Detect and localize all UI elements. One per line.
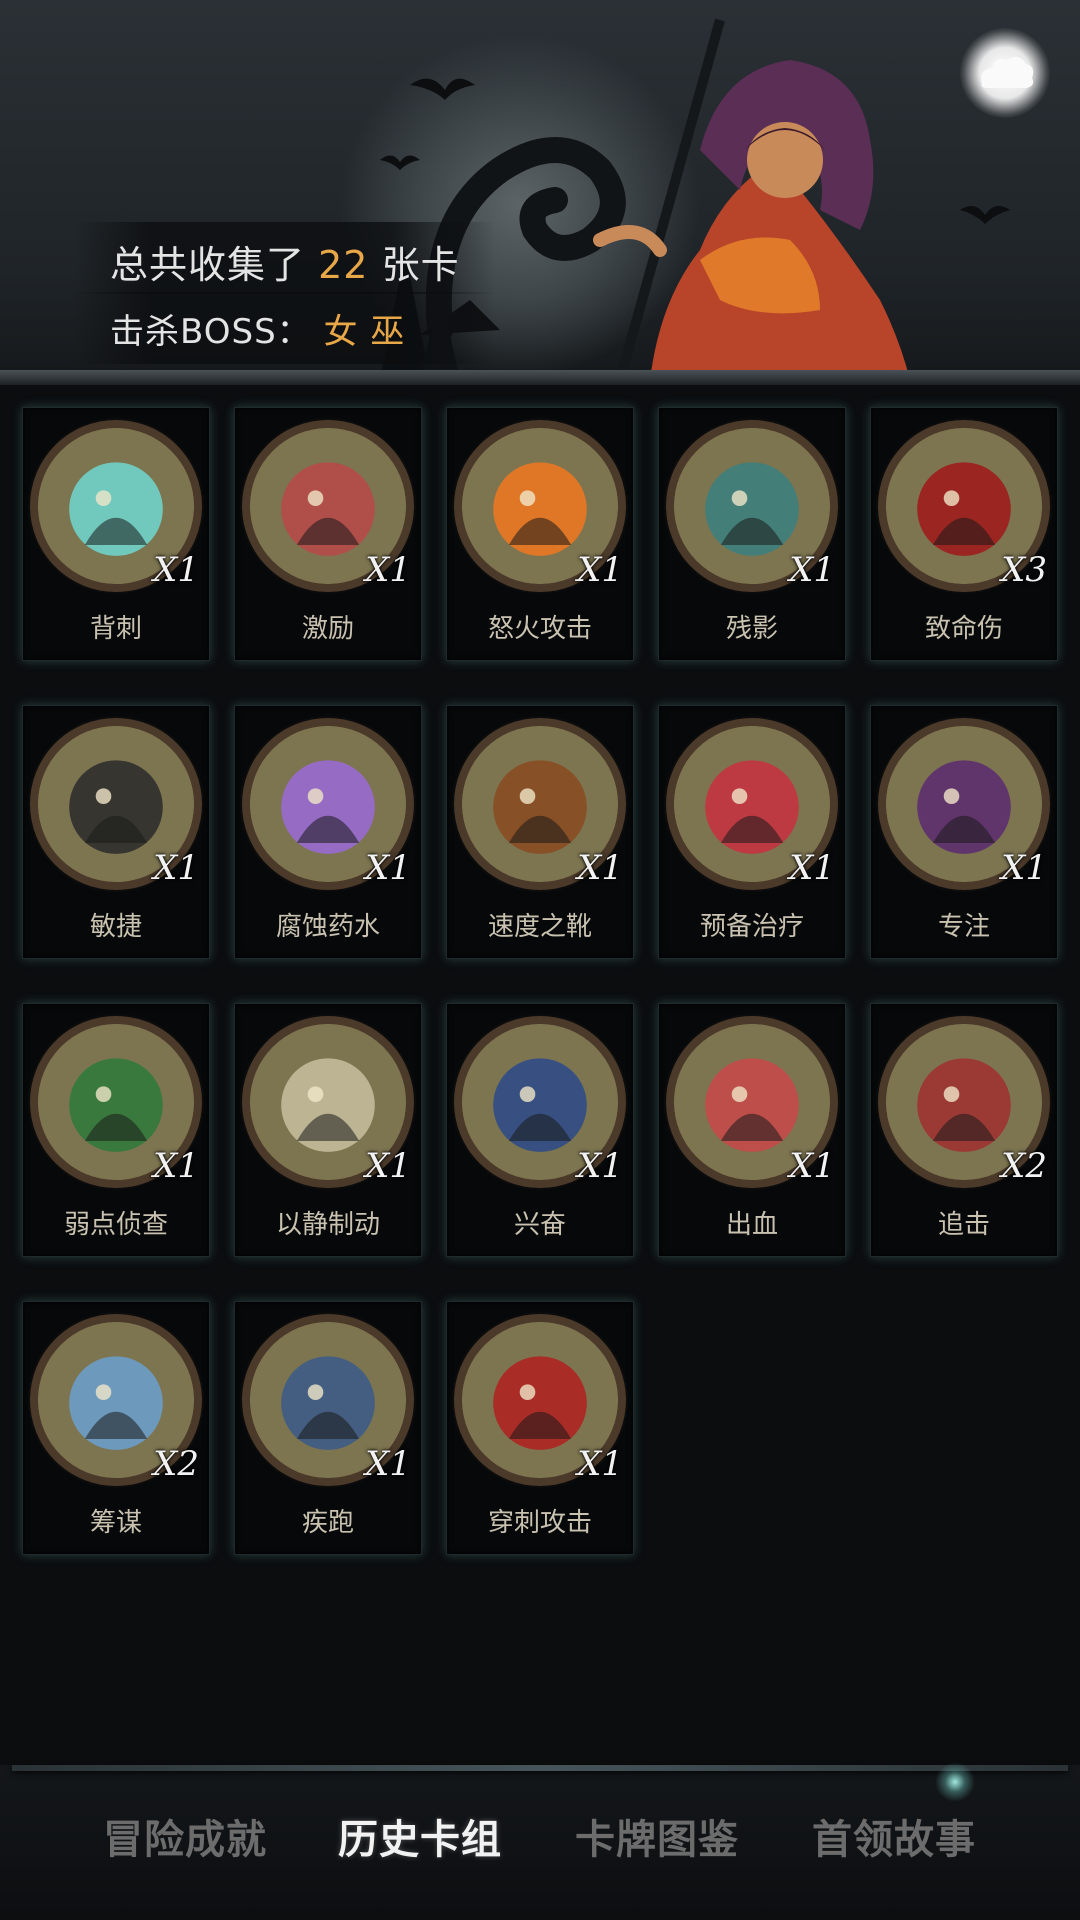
card-item[interactable]: X1 怒火攻击	[446, 407, 634, 661]
card-item[interactable]: X1 疾跑	[234, 1301, 422, 1555]
card-name: 敏捷	[89, 912, 142, 942]
card-name: 出血	[725, 1210, 778, 1240]
tab-boss-story[interactable]: 首领故事	[812, 1810, 976, 1870]
boss-summary: 击杀BOSS： 女 巫	[110, 304, 405, 353]
card-name: 怒火攻击	[487, 614, 592, 644]
card-name: 腐蚀药水	[275, 912, 380, 942]
card-item[interactable]: X1 兴奋	[446, 1003, 634, 1257]
card-count: X1	[153, 848, 199, 888]
card-name: 弱点侦查	[63, 1210, 168, 1240]
card-name: 背刺	[89, 614, 142, 644]
card-count: X1	[365, 1146, 411, 1186]
card-name: 以静制动	[275, 1210, 380, 1240]
card-name: 激励	[301, 614, 354, 644]
boss-name: 女 巫	[323, 312, 406, 352]
card-count: X1	[365, 550, 411, 590]
card-item[interactable]: X1 激励	[234, 407, 422, 661]
card-item[interactable]: X1 背刺	[22, 407, 210, 661]
card-count: X1	[789, 848, 835, 888]
card-count: X1	[365, 848, 411, 888]
card-item[interactable]: X1 穿刺攻击	[446, 1301, 634, 1555]
card-count: X1	[789, 1146, 835, 1186]
bottom-divider	[12, 1765, 1068, 1771]
card-name: 速度之靴	[487, 912, 592, 942]
collected-suffix: 张卡	[381, 243, 460, 287]
card-name: 专注	[937, 912, 990, 942]
card-item[interactable]: X1 敏捷	[22, 705, 210, 959]
card-item[interactable]: X2 追击	[870, 1003, 1058, 1257]
card-item[interactable]: X1 专注	[870, 705, 1058, 959]
card-count: X1	[577, 848, 623, 888]
card-count: X1	[365, 1444, 411, 1484]
card-count: X1	[1001, 848, 1047, 888]
header-banner: 总共收集了 22 张卡 击杀BOSS： 女 巫	[0, 0, 1080, 385]
tab-adventure-achievements[interactable]: 冒险成就	[103, 1810, 267, 1870]
card-item[interactable]: X1 残影	[658, 407, 846, 661]
tab-history-deck[interactable]: 历史卡组	[338, 1810, 502, 1870]
card-name: 致命伤	[924, 614, 1003, 644]
card-count: X3	[1001, 550, 1047, 590]
header-divider	[0, 370, 1080, 385]
cloud-glyph	[981, 56, 1034, 88]
card-item[interactable]: X3 致命伤	[870, 407, 1058, 661]
card-grid: X1 背刺 X1 激励 X1 怒火攻击 X1 残影 X3 致命伤 X1 敏捷 X1 腐蚀药水 X1 速度之靴 X…	[22, 407, 1062, 1567]
card-count: X1	[577, 1146, 623, 1186]
card-name: 兴奋	[513, 1210, 566, 1240]
card-count: X2	[1001, 1146, 1047, 1186]
card-count: X2	[153, 1444, 199, 1484]
collected-count: 22	[318, 243, 369, 287]
card-item[interactable]: X1 腐蚀药水	[234, 705, 422, 959]
card-item[interactable]: X1 以静制动	[234, 1003, 422, 1257]
collected-prefix: 总共收集了	[110, 243, 306, 287]
card-item[interactable]: X1 出血	[658, 1003, 846, 1257]
card-name: 穿刺攻击	[487, 1508, 592, 1538]
card-name: 追击	[937, 1210, 990, 1240]
card-count: X1	[577, 550, 623, 590]
sparkle-effect	[935, 1762, 975, 1802]
card-count: X1	[789, 550, 835, 590]
card-name: 疾跑	[301, 1508, 354, 1538]
card-item[interactable]: X1 弱点侦查	[22, 1003, 210, 1257]
boss-label: 击杀BOSS：	[110, 312, 312, 352]
card-item[interactable]: X2 筹谋	[22, 1301, 210, 1555]
card-name: 预备治疗	[699, 912, 804, 942]
tab-card-gallery[interactable]: 卡牌图鉴	[575, 1810, 739, 1870]
collected-summary: 总共收集了 22 张卡	[110, 234, 460, 289]
card-item[interactable]: X1 速度之靴	[446, 705, 634, 959]
card-count: X1	[153, 550, 199, 590]
card-count: X1	[577, 1444, 623, 1484]
card-count: X1	[153, 1146, 199, 1186]
card-name: 残影	[725, 614, 778, 644]
cloud-menu-icon[interactable]	[960, 28, 1050, 118]
card-name: 筹谋	[89, 1508, 142, 1538]
card-item[interactable]: X1 预备治疗	[658, 705, 846, 959]
